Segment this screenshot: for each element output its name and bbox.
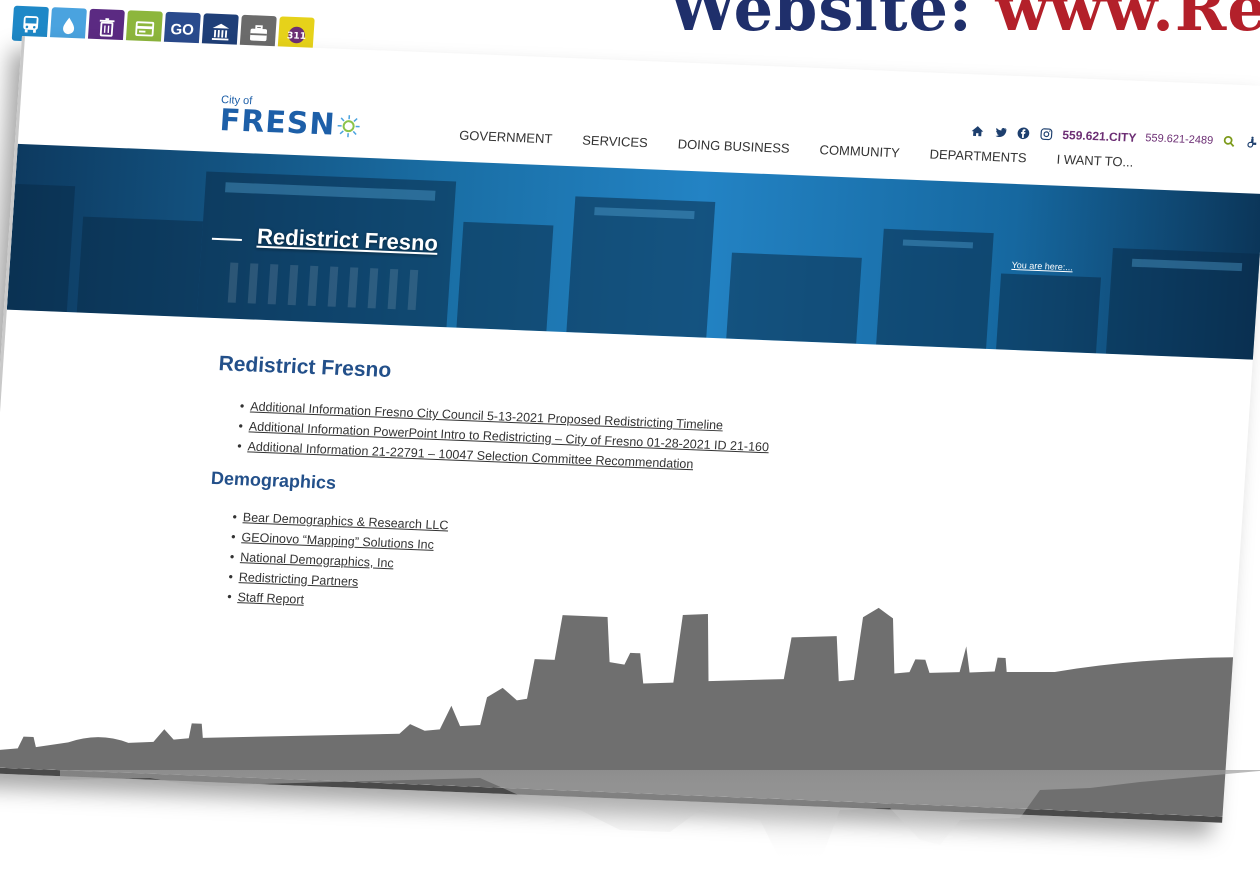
- svg-text:311: 311: [286, 30, 306, 42]
- website-screenshot: GO 311 City of FRESN GOVERNMENT SERVICES…: [0, 5, 1260, 823]
- slide-heading-prefix: Website:: [668, 0, 996, 45]
- facebook-icon[interactable]: [1016, 126, 1031, 141]
- instagram-icon[interactable]: [1039, 127, 1054, 142]
- nav-services[interactable]: SERVICES: [582, 133, 648, 151]
- go-icon-label: GO: [169, 20, 195, 39]
- nav-i-want-to[interactable]: I WANT TO...: [1056, 152, 1134, 170]
- link-bear-demographics[interactable]: Bear Demographics & Research LLC: [242, 510, 448, 532]
- logo-wordmark: FRESN: [218, 103, 337, 143]
- main-phone[interactable]: 559.621.CITY: [1062, 128, 1137, 145]
- nav-departments[interactable]: DEPARTMENTS: [929, 147, 1027, 166]
- home-icon[interactable]: [970, 124, 985, 139]
- search-icon[interactable]: [1222, 134, 1237, 149]
- link-geoinovo[interactable]: GEOinovo “Mapping” Solutions Inc: [241, 530, 434, 552]
- tty-phone[interactable]: 559.621-2489: [1145, 132, 1214, 147]
- nav-community[interactable]: COMMUNITY: [819, 142, 900, 160]
- page-frame: City of FRESN GOVERNMENT SERVICES DOING …: [0, 36, 1260, 823]
- demographics-heading: Demographics: [210, 467, 337, 493]
- slide-heading-url: www.Red: [995, 0, 1260, 45]
- nav-government[interactable]: GOVERNMENT: [459, 128, 553, 147]
- page-heading: Redistrict Fresno: [217, 352, 392, 383]
- city-aerial-image: [6, 171, 1260, 360]
- city-logo[interactable]: City of FRESN: [218, 94, 362, 143]
- twitter-icon[interactable]: [993, 125, 1008, 140]
- slide-heading: Website: www.Red: [668, 0, 1260, 40]
- sun-icon: [337, 115, 360, 138]
- nav-doing-business[interactable]: DOING BUSINESS: [677, 136, 790, 155]
- redistricting-links-list: Additional Information Fresno City Counc…: [237, 399, 771, 474]
- link-national-demographics[interactable]: National Demographics, Inc: [240, 550, 394, 570]
- hero-banner: Redistrict Fresno You are here:...: [6, 143, 1260, 360]
- skyline-reflection: [60, 770, 1260, 862]
- contact-bar: 559.621.CITY 559.621-2489: [970, 124, 1260, 150]
- accessibility-icon[interactable]: [1245, 135, 1260, 150]
